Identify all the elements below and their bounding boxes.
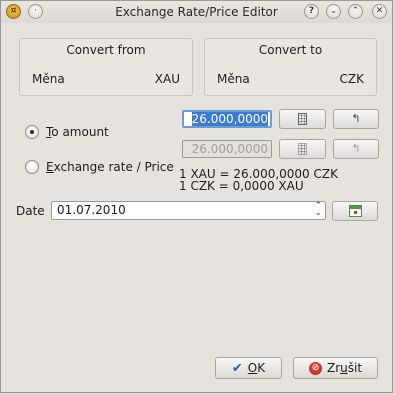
calculator-icon: [298, 113, 307, 125]
exchange-rate-calculator-button[interactable]: [279, 139, 326, 159]
minimize-button[interactable]: ⌄: [326, 4, 341, 19]
convert-to-currency: CZK: [339, 72, 364, 86]
checkmark-icon: ✔: [231, 360, 243, 376]
ok-label: OK: [247, 361, 266, 375]
reverse-arrow-icon: ↰: [351, 112, 361, 125]
convert-from-currency: XAU: [154, 72, 180, 86]
help-button[interactable]: ?: [304, 4, 319, 19]
to-amount-option[interactable]: To amount: [25, 124, 109, 140]
rate-line-inverse: 1 CZK = 0,0000 XAU: [179, 179, 304, 193]
calendar-icon: [349, 205, 362, 217]
exchange-rate-reverse-button[interactable]: ↰: [333, 139, 379, 159]
to-amount-calculator-button[interactable]: [279, 109, 326, 129]
close-button[interactable]: ✕: [372, 4, 387, 19]
reverse-arrow-icon: ↰: [351, 142, 361, 155]
date-input[interactable]: 01.07.2010 ⌃ ⌄: [51, 201, 326, 220]
convert-from-group: Convert from Měna XAU: [19, 38, 193, 96]
exchange-rate-label: Exchange rate / Price: [46, 160, 174, 174]
date-label: Date: [16, 204, 45, 218]
convert-to-title: Convert to: [258, 43, 323, 57]
cancel-button[interactable]: ⊘ Zrušit: [293, 357, 378, 379]
to-amount-reverse-button[interactable]: ↰: [333, 109, 379, 129]
convert-to-label: Měna: [217, 72, 250, 86]
to-amount-label: To amount: [46, 125, 109, 139]
calendar-button[interactable]: [332, 201, 378, 221]
exchange-rate-editor-window: ¤ · Exchange Rate/Price Editor ? ⌄ ⌃ ✕ C…: [0, 0, 393, 393]
convert-from-title: Convert from: [66, 43, 146, 57]
exchange-rate-input[interactable]: 26.000,0000: [182, 140, 272, 158]
title-bar[interactable]: ¤ · Exchange Rate/Price Editor ? ⌄ ⌃ ✕: [1, 1, 392, 23]
to-amount-input[interactable]: 26.000,0000: [182, 110, 272, 128]
cancel-label: Zrušit: [326, 361, 363, 375]
date-spinner[interactable]: ⌃ ⌄: [314, 202, 322, 218]
stop-icon: ⊘: [308, 361, 322, 375]
calculator-icon: [298, 143, 307, 155]
convert-from-label: Měna: [32, 72, 65, 86]
maximize-button[interactable]: ⌃: [348, 4, 363, 19]
convert-to-group: Convert to Měna CZK: [204, 38, 377, 96]
exchange-rate-option[interactable]: Exchange rate / Price: [25, 159, 174, 175]
to-amount-radio[interactable]: [25, 125, 39, 139]
exchange-rate-radio[interactable]: [25, 160, 39, 174]
date-value: 01.07.2010: [57, 203, 126, 217]
ok-button[interactable]: ✔ OK: [215, 357, 282, 379]
spin-down-icon[interactable]: ⌄: [314, 209, 322, 218]
